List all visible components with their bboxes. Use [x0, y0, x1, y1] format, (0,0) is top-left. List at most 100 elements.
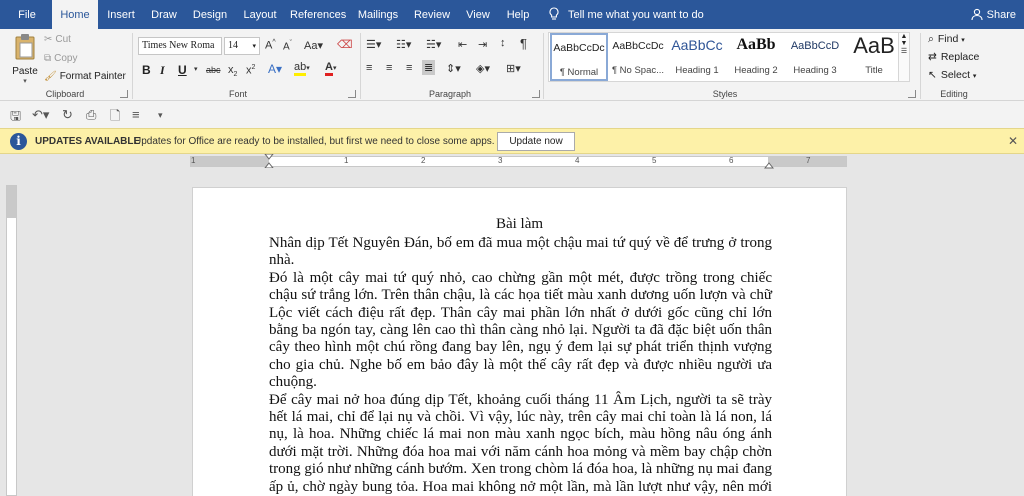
customize-qat-icon[interactable]: ▾	[158, 110, 163, 121]
tab-design[interactable]: Design	[190, 0, 230, 29]
font-name-select[interactable]: Times New Roma	[138, 37, 222, 55]
format-painter-label: Format Painter	[59, 71, 126, 82]
numbering-icon[interactable]: ☷▾	[396, 38, 411, 51]
strikethrough-button[interactable]: abc	[206, 65, 221, 75]
style-heading-1[interactable]: AaBbCc Heading 1	[668, 33, 726, 81]
clear-formatting-icon[interactable]: ⌫	[337, 38, 353, 51]
decrease-indent-icon[interactable]: ⇤	[458, 38, 467, 51]
bullets-icon[interactable]: ☰▾	[366, 38, 381, 51]
chevron-down-icon[interactable]: ▾	[194, 65, 198, 73]
share-button[interactable]: Share	[971, 0, 1016, 29]
superscript-button[interactable]: x2	[246, 64, 255, 77]
subscript-button[interactable]: x2	[228, 64, 237, 78]
update-message: Updates for Office are ready to be insta…	[134, 136, 495, 147]
multilevel-list-icon[interactable]: ☵▾	[426, 38, 441, 51]
tab-view[interactable]: View	[462, 0, 494, 29]
close-icon[interactable]: ✕	[1008, 134, 1018, 148]
bold-button[interactable]: B	[142, 63, 151, 77]
shrink-font-button[interactable]: Aˇ	[283, 40, 292, 52]
change-case-button[interactable]: Aa▾	[304, 39, 323, 52]
ruler-number: 2	[421, 156, 426, 165]
horizontal-ruler[interactable]: 1 1 2 3 4 5 6 7	[190, 154, 847, 169]
styles-launcher-icon[interactable]	[908, 90, 916, 98]
paste-label: Paste	[12, 66, 38, 77]
copy-label: Copy	[54, 53, 78, 64]
chevron-down-icon: ▾	[972, 73, 977, 80]
font-size-select[interactable]: 14 ▾	[224, 37, 260, 55]
redo-icon[interactable]: ↻	[62, 107, 73, 123]
paintbrush-icon: 🖌	[44, 71, 57, 82]
tab-home[interactable]: Home	[52, 0, 98, 29]
search-icon: ⌕	[928, 33, 934, 45]
cursor-icon: ↖	[928, 69, 937, 81]
tab-file[interactable]: File	[10, 0, 44, 29]
tab-mailings[interactable]: Mailings	[355, 0, 401, 29]
italic-button[interactable]: I	[160, 63, 165, 78]
tell-me-search[interactable]: Tell me what you want to do	[548, 0, 704, 29]
shading-icon[interactable]: ◈▾	[476, 62, 490, 75]
document-page[interactable]: Bài làm Nhân dịp Tết Nguyên Đán, bố em đ…	[192, 187, 847, 496]
chevron-down-icon: ▾	[23, 78, 27, 85]
replace-button[interactable]: ⇄ Replace	[928, 51, 979, 63]
tab-insert[interactable]: Insert	[102, 0, 140, 29]
style-name: Heading 2	[734, 65, 778, 76]
clipboard-launcher-icon[interactable]	[120, 90, 128, 98]
save-icon[interactable]: 🖫	[10, 107, 21, 129]
align-left-icon[interactable]: ≡	[366, 62, 372, 74]
indent-marker-icon[interactable]	[264, 154, 274, 168]
style-name: Heading 3	[793, 65, 837, 76]
style-heading-3[interactable]: AaBbCcD Heading 3	[786, 33, 844, 81]
style-normal[interactable]: AaBbCcDc ¶ Normal	[550, 33, 608, 81]
tab-draw[interactable]: Draw	[146, 0, 182, 29]
align-center-icon[interactable]: ≡	[386, 62, 392, 74]
font-color-icon: A	[325, 61, 333, 76]
format-painter-button[interactable]: 🖌 Format Painter	[44, 71, 126, 82]
right-indent-marker-icon[interactable]	[764, 159, 774, 169]
undo-icon[interactable]: ↶▾	[32, 107, 49, 123]
select-button[interactable]: ↖ Select ▾	[928, 69, 976, 81]
document-body[interactable]: Nhân dịp Tết Nguyên Đán, bố em đã mua mộ…	[269, 235, 772, 496]
style-title[interactable]: AaB Title	[845, 33, 903, 81]
underline-button[interactable]: U	[178, 63, 187, 77]
tab-help[interactable]: Help	[503, 0, 533, 29]
editing-group-label: Editing	[940, 89, 968, 99]
cut-button[interactable]: ✂ Cut	[44, 34, 71, 45]
copy-button[interactable]: ⧉ Copy	[44, 53, 78, 64]
find-button[interactable]: ⌕ Find ▾	[928, 33, 965, 46]
print-icon[interactable]: ⎙	[86, 107, 96, 123]
line-spacing-icon[interactable]: ⇕▾	[446, 62, 461, 75]
tab-references[interactable]: References	[290, 0, 346, 29]
ruler-number: 7	[806, 156, 811, 165]
quick-access-toolbar: 🖫 ↶▾ ↻ ⎙ 🗋 ≡ ▾	[0, 101, 1024, 128]
person-icon	[971, 8, 983, 21]
copy-icon: ⧉	[44, 53, 52, 64]
paragraph: Nhân dịp Tết Nguyên Đán, bố em đã mua mộ…	[269, 235, 772, 269]
ruler-number: 5	[652, 156, 657, 165]
show-formatting-icon[interactable]: ¶	[520, 36, 527, 51]
highlight-button[interactable]: ab▾	[294, 61, 310, 76]
print-preview-icon[interactable]: 🗋	[110, 107, 120, 129]
font-color-button[interactable]: A▾	[325, 61, 336, 76]
ribbon: Paste ▾ ✂ Cut ⧉ Copy 🖌 Format Painter Clipb…	[0, 29, 1024, 101]
scissors-icon: ✂	[44, 34, 53, 45]
text-effects-button[interactable]: A▾	[268, 62, 282, 76]
sort-icon[interactable]: ↕	[500, 37, 506, 49]
paste-button[interactable]: Paste ▾	[10, 33, 40, 88]
tab-review[interactable]: Review	[410, 0, 454, 29]
paragraph-launcher-icon[interactable]	[532, 90, 540, 98]
borders-icon[interactable]: ⊞▾	[506, 62, 521, 75]
paragraph-align-icon[interactable]: ≡	[132, 107, 140, 122]
grow-font-button[interactable]: A^	[265, 39, 276, 52]
justify-icon[interactable]: ≣	[422, 60, 436, 75]
styles-scroll[interactable]: ▲ ▼ ☰	[898, 32, 910, 82]
style-no-spacing[interactable]: AaBbCcDc ¶ No Spac...	[609, 33, 667, 81]
style-heading-2[interactable]: AaBb Heading 2	[727, 33, 785, 81]
align-right-icon[interactable]: ≡	[406, 62, 412, 74]
font-size-value: 14	[228, 40, 238, 51]
update-now-button[interactable]: Update now	[497, 132, 575, 151]
increase-indent-icon[interactable]: ⇥	[478, 38, 487, 51]
style-sample: AaBb	[736, 36, 776, 53]
vertical-ruler[interactable]	[6, 185, 17, 496]
tab-layout[interactable]: Layout	[240, 0, 280, 29]
font-launcher-icon[interactable]	[348, 90, 356, 98]
